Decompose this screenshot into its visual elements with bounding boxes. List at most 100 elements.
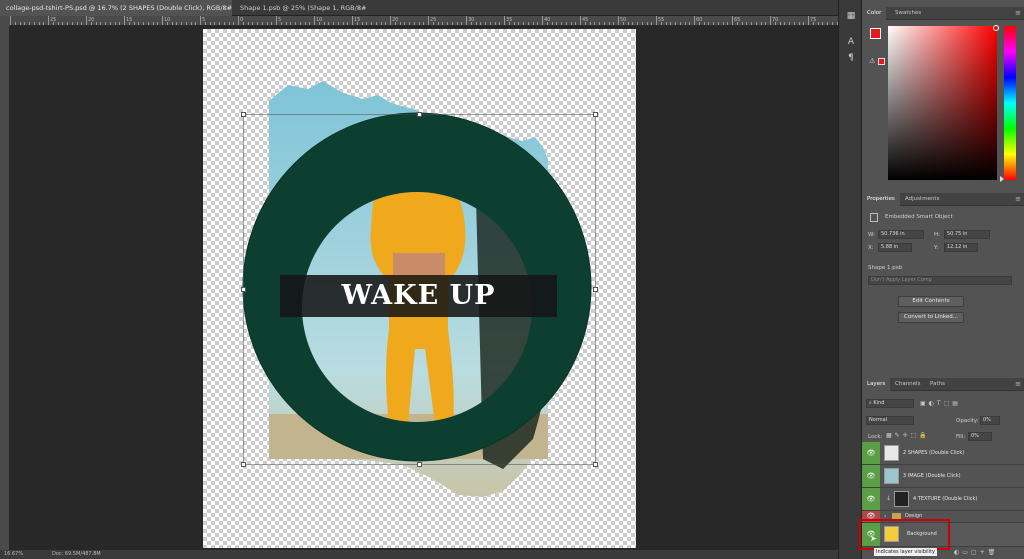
layer-actions-icons[interactable]: ◐▭▢+🗑	[954, 549, 998, 556]
horizontal-ruler[interactable]: 2520151050510152025303540455055606570758…	[10, 16, 881, 26]
ruler-tick	[371, 22, 372, 25]
tab-swatches[interactable]: Swatches	[890, 7, 926, 20]
ruler-tick	[266, 22, 268, 25]
transform-handle[interactable]	[593, 287, 598, 292]
ruler-tick	[741, 22, 743, 25]
ruler-tick	[622, 22, 624, 25]
hue-slider-handle[interactable]	[1000, 176, 1004, 182]
panel-menu-icon[interactable]: ≡	[1015, 193, 1021, 206]
tab-color[interactable]: Color	[862, 7, 887, 20]
ruler-tick	[190, 22, 192, 25]
transform-handle[interactable]	[417, 462, 422, 467]
fill-field[interactable]: 0%	[968, 432, 992, 441]
layer-thumbnail	[884, 445, 899, 461]
ruler-tick	[637, 22, 638, 25]
ruler-tick	[152, 22, 154, 25]
ruler-tick	[793, 22, 795, 25]
ruler-tick	[247, 22, 249, 25]
transform-handle[interactable]	[593, 112, 598, 117]
ruler-tick	[119, 22, 121, 25]
hue-slider[interactable]	[1004, 26, 1016, 180]
ruler-tick	[67, 22, 68, 25]
transform-handle[interactable]	[593, 462, 598, 467]
eye-icon[interactable]: 👁	[862, 465, 880, 487]
foreground-color-swatch[interactable]	[870, 28, 881, 39]
ruler-tick	[703, 22, 705, 25]
width-field[interactable]: 50.736 in	[878, 230, 924, 239]
layers-panel-tabs: Layers Channels Paths ≡	[862, 378, 1024, 391]
lock-icons[interactable]: ▦✎✛⬚🔒	[886, 432, 930, 439]
ruler-tick	[603, 22, 605, 25]
layer-comp-select[interactable]: Don't Apply Layer Comp	[868, 276, 1012, 285]
ruler-tick	[684, 22, 686, 25]
tab-paths[interactable]: Paths	[925, 378, 950, 391]
ruler-tick	[128, 22, 130, 25]
tab-shape-psb[interactable]: Shape 1.psb @ 25% (Shape 1, RGB/8#) ×	[234, 0, 366, 16]
transform-handle[interactable]	[241, 112, 246, 117]
ruler-tick	[166, 22, 168, 25]
transform-handle[interactable]	[241, 287, 246, 292]
panel-menu-icon[interactable]: ≡	[1015, 378, 1021, 391]
ruler-tick	[784, 22, 786, 25]
ruler-tick	[238, 16, 239, 25]
tab-collage-psd[interactable]: collage-psd-tshirt-PS.psd @ 16.7% (2 SHA…	[0, 0, 232, 16]
close-icon[interactable]: ×	[356, 0, 362, 16]
ruler-tick	[90, 22, 92, 25]
tab-channels[interactable]: Channels	[890, 378, 925, 391]
gamut-swatch[interactable]	[878, 58, 885, 65]
layer-filter-select[interactable]: ⌕ Kind	[866, 399, 914, 408]
x-field[interactable]: 5.88 in	[878, 243, 912, 252]
tab-label: Shape 1.psb @ 25% (Shape 1, RGB/8#)	[240, 4, 366, 12]
ruler-tick	[114, 22, 116, 25]
eye-icon[interactable]: 👁	[862, 442, 880, 464]
transform-handle[interactable]	[241, 462, 246, 467]
ruler-tick	[746, 22, 748, 25]
character-icon[interactable]: A	[843, 36, 859, 48]
convert-to-linked-button[interactable]: Convert to Linked...	[898, 312, 964, 323]
blend-mode-select[interactable]: Normal	[866, 416, 914, 425]
opacity-field[interactable]: 0%	[980, 416, 1000, 425]
layer-name[interactable]: 3 IMAGE (Double Click)	[903, 465, 961, 487]
zoom-level[interactable]: 16.67%	[4, 550, 23, 559]
ruler-tick	[798, 22, 800, 25]
layer-name[interactable]: 2 SHAPES (Double Click)	[903, 442, 964, 464]
panel-menu-icon[interactable]: ≡	[1015, 7, 1021, 20]
smart-object-icon	[870, 213, 878, 222]
layer-name[interactable]: 4 TEXTURE (Double Click)	[913, 488, 977, 510]
ruler-tick	[342, 22, 344, 25]
tab-label: collage-psd-tshirt-PS.psd @ 16.7% (2 SHA…	[6, 4, 232, 12]
layer-row-2-shapes[interactable]: 👁 2 SHAPES (Double Click)	[862, 442, 1024, 465]
layer-row-4-texture[interactable]: 👁 ↓ 4 TEXTURE (Double Click)	[862, 488, 1024, 511]
ruler-tick	[304, 22, 306, 25]
ruler-tick	[157, 22, 159, 25]
ruler-tick	[181, 22, 182, 25]
tab-adjustments[interactable]: Adjustments	[900, 193, 944, 206]
status-bar: 16.67% Doc: 69.5M/487.8M	[0, 550, 838, 559]
color-picker-cursor[interactable]	[993, 25, 999, 31]
height-field[interactable]: 50.75 in	[944, 230, 990, 239]
ruler-tick	[504, 16, 505, 25]
warning-icon[interactable]: ⚠	[869, 57, 875, 65]
ruler-tick	[418, 22, 420, 25]
paragraph-icon[interactable]: ¶	[843, 52, 859, 64]
eye-icon[interactable]: 👁	[862, 488, 880, 510]
tab-layers[interactable]: Layers	[862, 378, 891, 391]
tab-properties[interactable]: Properties	[862, 193, 900, 206]
ruler-tick	[242, 22, 244, 25]
layer-row-3-image[interactable]: 👁 3 IMAGE (Double Click)	[862, 465, 1024, 488]
vertical-ruler[interactable]	[0, 26, 10, 550]
close-icon[interactable]: ×	[222, 0, 228, 16]
color-picker-field[interactable]	[888, 26, 997, 180]
right-panels: Color Swatches ≡ ⚠ Properties Adjustment…	[859, 0, 1024, 559]
y-field[interactable]: 12.12 in	[944, 243, 978, 252]
ruler-tick	[494, 22, 496, 25]
document-canvas[interactable]: WAKE UP	[203, 29, 636, 548]
ruler-tick	[589, 22, 591, 25]
ruler-tick	[347, 22, 349, 25]
canvas-area[interactable]: WAKE UP	[11, 27, 838, 550]
layer-filter-icons[interactable]: ▣◐T⬚▤	[920, 400, 990, 408]
history-icon[interactable]: ▦	[843, 10, 859, 22]
ruler-tick	[613, 22, 615, 25]
transform-handle[interactable]	[417, 112, 422, 117]
edit-contents-button[interactable]: Edit Contents	[898, 296, 964, 307]
